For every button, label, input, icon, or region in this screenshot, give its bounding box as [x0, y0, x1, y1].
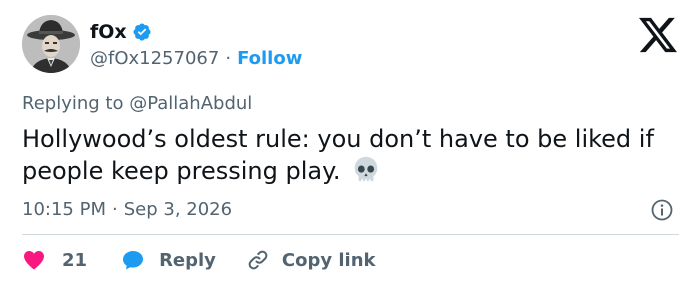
action-bar: 21 Reply Copy link	[22, 246, 376, 274]
timestamp-separator: ·	[111, 199, 118, 220]
tweet-time: 10:15 PM	[22, 199, 106, 220]
x-logo-icon[interactable]	[637, 16, 679, 54]
replying-to: Replying to @PallahAbdul	[22, 93, 253, 114]
avatar[interactable]	[22, 15, 80, 73]
verified-badge-icon	[133, 23, 151, 41]
tweet-card: fOx @fOx1257067 · Follow Replying to @Pa…	[0, 0, 700, 287]
speech-bubble-icon	[123, 251, 144, 270]
skull-icon	[354, 156, 377, 182]
copy-link-button[interactable]: Copy link	[246, 248, 376, 272]
heart-icon	[24, 251, 44, 270]
reply-label: Reply	[159, 249, 216, 271]
display-name[interactable]: fOx	[90, 20, 127, 44]
copy-link-label: Copy link	[281, 249, 376, 271]
avatar-image	[22, 15, 80, 73]
author-handle[interactable]: @fOx1257067	[90, 48, 219, 70]
divider	[22, 234, 679, 235]
like-count: 21	[62, 249, 88, 271]
tweet-timestamp[interactable]: 10:15 PM · Sep 3, 2026	[22, 199, 232, 221]
reply-button[interactable]: Reply	[121, 248, 216, 272]
link-icon	[248, 250, 268, 270]
tweet-body: Hollywood’s oldest rule: you don’t have …	[22, 125, 654, 185]
follow-button[interactable]: Follow	[237, 48, 302, 70]
like-button[interactable]: 21	[22, 248, 87, 272]
author-name-row: fOx	[90, 20, 152, 44]
tweet-date: Sep 3, 2026	[123, 199, 233, 220]
info-icon[interactable]	[650, 198, 674, 222]
tweet-text: Hollywood’s oldest rule: you don’t have …	[22, 123, 687, 187]
handle-row: @fOx1257067 · Follow	[90, 48, 302, 70]
handle-separator: ·	[225, 48, 232, 69]
